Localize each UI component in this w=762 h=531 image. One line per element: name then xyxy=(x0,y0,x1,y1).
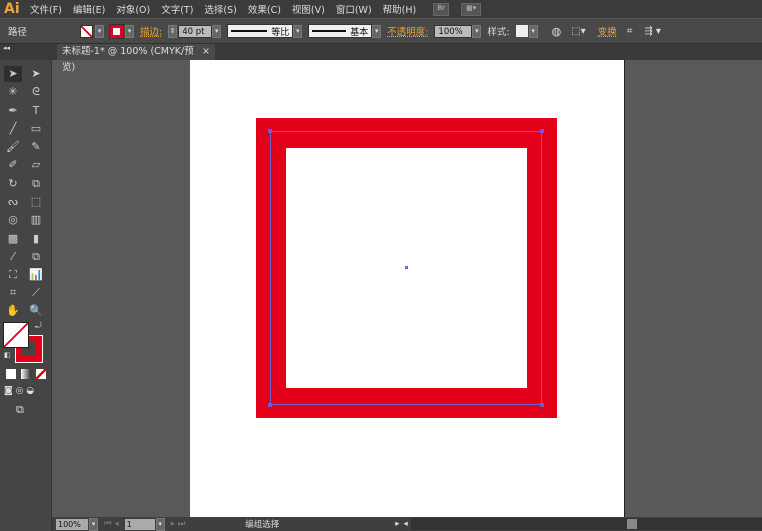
anchor-point[interactable] xyxy=(540,403,544,407)
rotate-tool-icon[interactable]: ↻ xyxy=(4,176,22,192)
blend-tool-icon[interactable]: ⧉ xyxy=(27,249,45,265)
menu-edit[interactable]: 编辑(E) xyxy=(73,2,105,16)
status-menu-arrow[interactable]: ▸ xyxy=(395,519,399,529)
column-graph-tool-icon[interactable]: 📊 xyxy=(27,267,45,283)
close-tab-icon[interactable]: × xyxy=(202,44,210,60)
opacity-label[interactable]: 不透明度: xyxy=(387,24,428,38)
default-colors-icon[interactable]: ◧ xyxy=(4,351,11,359)
stroke-label[interactable]: 描边: xyxy=(140,24,162,38)
recolor-artwork-icon[interactable]: ◍ xyxy=(552,25,562,38)
gradient-mode-button[interactable] xyxy=(21,369,31,379)
draw-normal-icon[interactable]: ◙ ◎ ◒ xyxy=(4,386,34,396)
hand-tool-icon[interactable]: ✋ xyxy=(4,303,22,319)
arrange-documents-button[interactable]: ▦▾ xyxy=(461,2,482,16)
fill-dropdown[interactable]: ▾ xyxy=(95,24,104,38)
selection-tool-icon[interactable]: ➤ xyxy=(4,66,22,82)
stroke-swatch[interactable] xyxy=(109,23,124,39)
free-transform-tool-icon[interactable]: ⬚ xyxy=(27,194,45,210)
paintbrush-tool-icon[interactable]: 🖌 xyxy=(4,139,22,155)
lasso-tool-icon[interactable]: ᘓ xyxy=(27,84,45,100)
horizontal-scrollbar[interactable] xyxy=(410,518,762,530)
stroke-dropdown[interactable]: ▾ xyxy=(125,24,134,38)
stroke-weight-dropdown[interactable]: ▾ xyxy=(212,24,222,38)
scroll-left-arrow[interactable]: ◂ xyxy=(404,519,408,529)
graphic-style-swatch[interactable] xyxy=(515,25,528,37)
status-mode-label[interactable]: 编组选择 xyxy=(245,518,335,530)
scale-tool-icon[interactable]: ⧉ xyxy=(27,176,45,192)
profile-label: 等比 xyxy=(271,27,290,38)
fill-swatch[interactable] xyxy=(80,24,93,38)
artboard-dropdown[interactable]: ▾ xyxy=(155,517,165,531)
brush-label: 基本 xyxy=(350,27,369,38)
next-last-artboard-buttons[interactable]: ▸ ⏭ xyxy=(171,519,186,529)
zoom-field[interactable]: 100% xyxy=(56,518,88,530)
screen-mode-icon[interactable]: ⧉ xyxy=(16,403,24,417)
bridge-button[interactable]: Br xyxy=(433,2,450,16)
document-tab[interactable]: 未标题-1* @ 100% (CMYK/预览) × xyxy=(57,44,215,73)
type-tool-icon[interactable]: T xyxy=(27,103,45,119)
line-tool-icon[interactable]: ╱ xyxy=(4,121,22,137)
swap-fill-stroke-icon[interactable]: ⤾ xyxy=(35,321,42,331)
style-label: 样式: xyxy=(487,27,510,38)
menu-bar: Ai 文件(F) 编辑(E) 对象(O) 文字(T) 选择(S) 效果(C) 视… xyxy=(0,0,762,18)
zoom-dropdown[interactable]: ▾ xyxy=(89,517,98,531)
document-tab-bar: 未标题-1* @ 100% (CMYK/预览) × xyxy=(52,44,762,73)
menu-object[interactable]: 对象(O) xyxy=(116,2,150,16)
shape-builder-tool-icon[interactable]: ◎ xyxy=(4,212,22,228)
document-tab-title: 未标题-1* @ 100% (CMYK/预览) xyxy=(62,46,194,73)
control-bar: 路径 ▾ ▾ 描边: ⇕ 40 pt ▾ 等比 ▾ 基本 ▾ 不透明度: 100… xyxy=(0,18,762,44)
menu-window[interactable]: 窗口(W) xyxy=(336,2,372,16)
variable-width-profile[interactable]: 等比 xyxy=(227,24,294,38)
perspective-grid-tool-icon[interactable]: ▥ xyxy=(27,212,45,228)
eraser-tool-icon[interactable]: ▱ xyxy=(27,157,45,173)
anchor-point[interactable] xyxy=(268,403,272,407)
anchor-point[interactable] xyxy=(540,129,544,133)
menu-help[interactable]: 帮助(H) xyxy=(383,2,417,16)
profile-dropdown[interactable]: ▾ xyxy=(293,24,303,38)
menu-type[interactable]: 文字(T) xyxy=(161,2,193,16)
pencil-tool-icon[interactable]: ✎ xyxy=(27,139,45,155)
none-mode-button[interactable] xyxy=(36,369,46,379)
stroke-weight-field[interactable]: 40 pt xyxy=(178,24,213,38)
warp-tool-icon[interactable]: ᔓ xyxy=(4,194,22,210)
menu-file[interactable]: 文件(F) xyxy=(30,2,62,16)
align-selection-icon[interactable]: ⬚▾ xyxy=(571,26,585,37)
status-bar: 100% ▾ ⏮ ◂ 1 ▾ ▸ ⏭ 编组选择 ▸ ◂ xyxy=(52,517,762,531)
style-dropdown[interactable]: ▾ xyxy=(528,24,538,38)
center-point xyxy=(405,266,408,269)
brush-definition[interactable]: 基本 xyxy=(308,24,373,38)
stroke-weight-stepper[interactable]: ⇕ xyxy=(168,24,178,38)
magic-wand-tool-icon[interactable]: ✳ xyxy=(4,84,22,100)
scrollbar-thumb[interactable] xyxy=(626,519,637,529)
first-prev-artboard-buttons[interactable]: ⏮ ◂ xyxy=(104,519,119,529)
brush-dropdown[interactable]: ▾ xyxy=(372,24,382,38)
selection-type-label: 路径 xyxy=(8,27,28,38)
gradient-tool-icon[interactable]: ▮ xyxy=(27,231,45,247)
anchor-point[interactable] xyxy=(268,129,272,133)
zoom-tool-icon[interactable]: 🔍 xyxy=(27,303,45,319)
symbol-sprayer-tool-icon[interactable]: ⛶ xyxy=(4,267,22,283)
menu-select[interactable]: 选择(S) xyxy=(204,2,236,16)
direct-selection-tool-icon[interactable]: ➤ xyxy=(27,66,45,82)
artboard-number-field[interactable]: 1 xyxy=(124,518,155,530)
fill-color-box[interactable] xyxy=(3,322,29,348)
opacity-field[interactable]: 100% xyxy=(434,24,473,38)
eyedropper-tool-icon[interactable]: ⁄ xyxy=(4,249,22,265)
blob-brush-tool-icon[interactable]: ✐ xyxy=(4,157,22,173)
pen-tool-icon[interactable]: ✒ xyxy=(4,103,22,119)
menu-effect[interactable]: 效果(C) xyxy=(248,2,281,16)
toolbox: ➤ ➤ ✳ ᘓ ✒ T ╱ ▭ 🖌 ✎ ✐ ▱ ↻ ⧉ ᔓ ⬚ ◎ ▥ ▩ ▮ … xyxy=(0,60,52,531)
artboard-tool-icon[interactable]: ⌗ xyxy=(4,285,22,301)
app-logo: Ai xyxy=(4,1,20,17)
mesh-tool-icon[interactable]: ▩ xyxy=(4,231,22,247)
isolate-group-icon[interactable]: ⌗ xyxy=(627,26,633,37)
slice-tool-icon[interactable]: ⟋ xyxy=(27,285,45,301)
rectangle-tool-icon[interactable]: ▭ xyxy=(27,121,45,137)
opacity-dropdown[interactable]: ▾ xyxy=(472,24,482,38)
color-mode-button[interactable] xyxy=(6,369,16,379)
panel-menu-icon[interactable]: ⇶ ▾ xyxy=(644,26,661,37)
menu-view[interactable]: 视图(V) xyxy=(292,2,325,16)
toolbox-collapse[interactable]: ◂◂ xyxy=(0,44,52,60)
transform-label[interactable]: 变换 xyxy=(598,24,617,38)
